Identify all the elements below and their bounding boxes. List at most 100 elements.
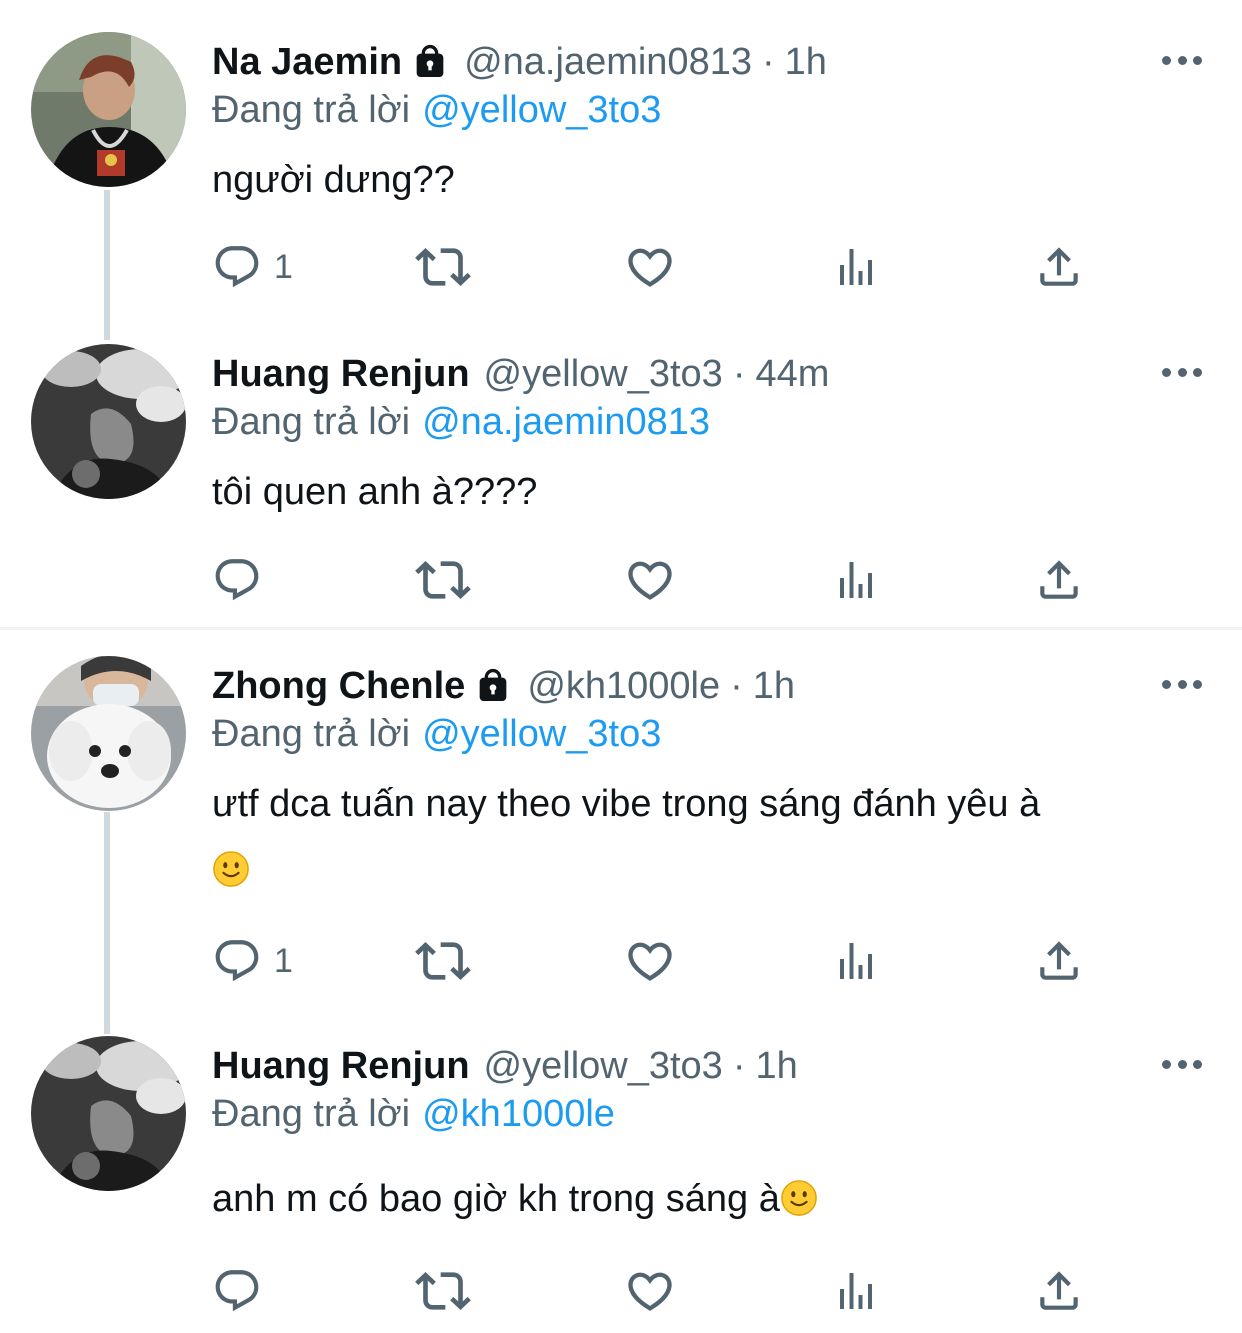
dot-icon [1193, 1059, 1202, 1069]
mention-link[interactable]: @kh1000le [422, 1093, 615, 1135]
like-button[interactable] [624, 931, 676, 991]
reply-icon [212, 555, 262, 605]
retweet-icon [415, 239, 471, 295]
retweet-button[interactable] [415, 931, 471, 991]
views-button[interactable] [832, 237, 880, 297]
reply-count: 1 [274, 941, 293, 980]
avatar[interactable] [31, 656, 186, 811]
views-icon [832, 556, 880, 604]
more-options-button[interactable] [1162, 672, 1202, 696]
action-bar [212, 1261, 1092, 1321]
avatar-renjun-image [31, 1036, 186, 1191]
like-button[interactable] [624, 1261, 676, 1321]
like-button[interactable] [624, 550, 676, 610]
retweet-button[interactable] [415, 237, 471, 297]
timestamp[interactable]: 44m [755, 344, 829, 404]
avatar-chenle-image [31, 656, 186, 811]
action-bar: 1 [212, 237, 1092, 297]
dot-icon [1193, 55, 1202, 65]
views-icon [832, 1267, 880, 1315]
avatar[interactable] [31, 1036, 186, 1191]
replying-to: Đang trả lời @yellow_3to3 [212, 706, 661, 762]
tweet[interactable]: Na Jaemin @na.jaemin0813 · 1h Đang trả l… [0, 32, 1242, 332]
action-bar: 1 [212, 931, 1092, 991]
more-options-button[interactable] [1162, 1052, 1202, 1076]
dot-icon [1177, 367, 1187, 377]
replying-to: Đang trả lời @yellow_3to3 [212, 82, 661, 138]
tweet-text-content: tôi quen anh à???? [212, 471, 538, 513]
tweet-text-content: ưtf dca tuấn nay theo vibe trong sáng đá… [212, 783, 1041, 825]
share-button[interactable] [1034, 237, 1084, 297]
separator-dot: · [732, 1045, 746, 1087]
replying-label: Đang trả lời [212, 401, 411, 443]
timestamp[interactable]: 1h [785, 32, 827, 92]
more-options-button[interactable] [1162, 360, 1202, 384]
reply-button[interactable]: 1 [212, 931, 293, 991]
tweet[interactable]: Huang Renjun @yellow_3to3 · 44m Đang trả… [0, 344, 1242, 624]
tweet-text: tôi quen anh à???? [212, 459, 1212, 525]
heart-icon [624, 554, 676, 606]
timestamp[interactable]: 1h [753, 656, 795, 716]
retweet-icon [415, 552, 471, 608]
separator-dot: · [732, 353, 746, 395]
dot-icon [1162, 367, 1171, 377]
dot-icon [1162, 55, 1171, 65]
tweet[interactable]: Huang Renjun @yellow_3to3 · 1h Đang trả … [0, 1036, 1242, 1333]
share-button[interactable] [1034, 1261, 1084, 1321]
lock-icon [410, 42, 450, 82]
share-icon [1034, 936, 1084, 986]
avatar-jaemin-image [31, 32, 186, 187]
views-button[interactable] [832, 1261, 880, 1321]
separator-dot: · [761, 41, 775, 83]
share-icon [1034, 242, 1084, 292]
replying-label: Đang trả lời [212, 1093, 411, 1135]
views-button[interactable] [832, 931, 880, 991]
views-button[interactable] [832, 550, 880, 610]
reply-count: 1 [274, 247, 293, 286]
tweet[interactable]: Zhong Chenle @kh1000le · 1h Đang trả lời… [0, 656, 1242, 1016]
dot-icon [1177, 1059, 1187, 1069]
replying-to: Đang trả lời @na.jaemin0813 [212, 394, 710, 450]
retweet-button[interactable] [415, 1261, 471, 1321]
replying-to: Đang trả lời @kh1000le [212, 1086, 615, 1142]
avatar-renjun-image [31, 344, 186, 499]
heart-icon [624, 935, 676, 987]
tweet-text: ưtf dca tuấn nay theo vibe trong sáng đá… [212, 771, 1212, 903]
avatar[interactable] [31, 344, 186, 499]
dot-icon [1193, 367, 1202, 377]
more-options-button[interactable] [1162, 48, 1202, 72]
dot-icon [1177, 679, 1187, 689]
tweet-text: anh m có bao giờ kh trong sáng à [212, 1166, 1212, 1232]
lock-icon [473, 666, 513, 706]
slightly-smiling-face-emoji [212, 850, 250, 888]
replying-label: Đang trả lời [212, 89, 411, 131]
retweet-button[interactable] [415, 550, 471, 610]
separator-dot: · [730, 665, 743, 707]
dot-icon [1193, 679, 1202, 689]
action-bar [212, 550, 1092, 610]
tweet-text: người dưng?? [212, 147, 1212, 213]
like-button[interactable] [624, 237, 676, 297]
avatar[interactable] [31, 32, 186, 187]
retweet-icon [415, 1263, 471, 1319]
views-icon [832, 937, 880, 985]
timestamp[interactable]: 1h [755, 1036, 797, 1096]
replying-label: Đang trả lời [212, 713, 411, 755]
tweet-text-content: anh m có bao giờ kh trong sáng à [212, 1178, 780, 1220]
tweet-text-content: người dưng?? [212, 159, 455, 201]
share-button[interactable] [1034, 550, 1084, 610]
reply-button[interactable] [212, 1261, 274, 1321]
mention-link[interactable]: @yellow_3to3 [422, 713, 661, 755]
dot-icon [1162, 1059, 1171, 1069]
slightly-smiling-face-emoji [780, 1179, 818, 1217]
heart-icon [624, 241, 676, 293]
reply-button[interactable] [212, 550, 274, 610]
conversation-divider [0, 627, 1242, 630]
share-button[interactable] [1034, 931, 1084, 991]
dot-icon [1162, 679, 1171, 689]
reply-icon [212, 936, 262, 986]
reply-button[interactable]: 1 [212, 237, 293, 297]
mention-link[interactable]: @yellow_3to3 [422, 89, 661, 131]
mention-link[interactable]: @na.jaemin0813 [422, 401, 710, 443]
heart-icon [624, 1265, 676, 1317]
